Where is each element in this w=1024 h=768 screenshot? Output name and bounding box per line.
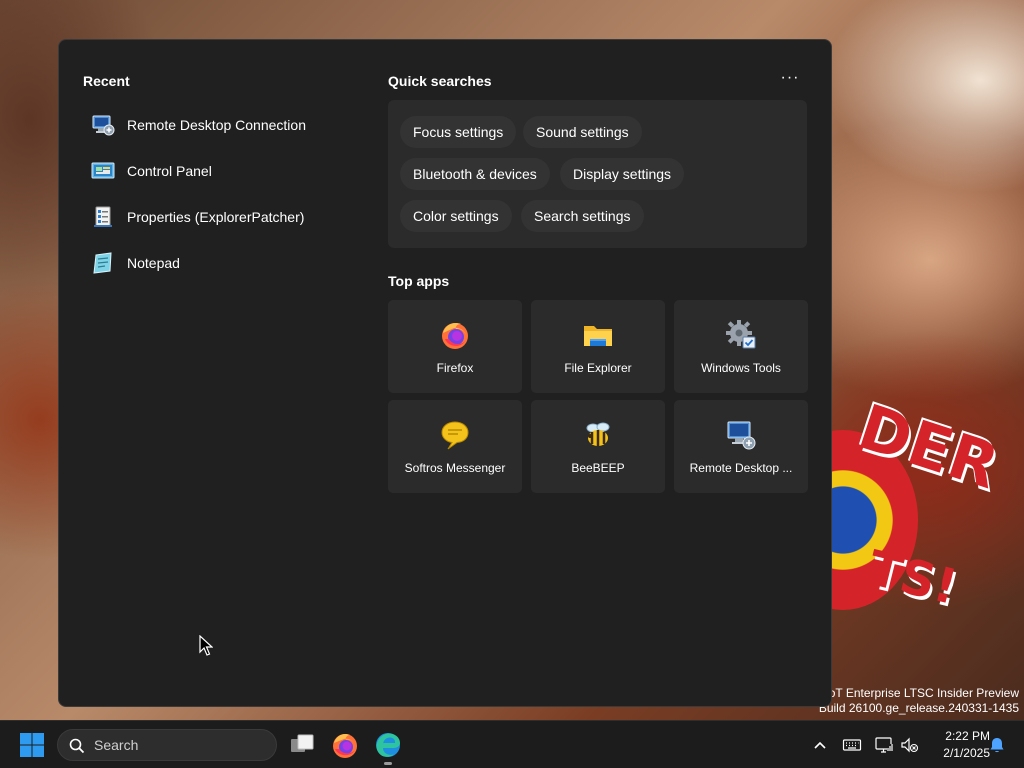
chip-focus-settings[interactable]: Focus settings [400,116,517,148]
app-tile-label: BeeBEEP [571,461,625,475]
recent-item-properties[interactable]: Properties (ExplorerPatcher) [83,194,353,240]
windows-logo-icon [20,733,44,757]
keyboard-icon [842,739,862,751]
edge-icon [376,733,400,757]
properties-icon [91,205,115,229]
volume-muted-icon [901,737,919,753]
chip-color-settings[interactable]: Color settings [400,200,512,232]
task-view-button[interactable] [286,729,318,761]
taskbar-search-input[interactable] [94,730,264,760]
taskbar: 2:22 PM 2/1/2025 [0,720,1024,768]
quick-searches-panel: Focus settings Sound settings Bluetooth … [388,100,807,248]
recent-item-label: Properties (ExplorerPatcher) [127,209,305,225]
watermark-line-1: IoT Enterprise LTSC Insider Preview [825,686,1019,700]
active-app-indicator [384,762,392,765]
app-tile-label: Remote Desktop ... [689,461,793,475]
control-panel-icon [91,159,115,183]
chip-sound-settings[interactable]: Sound settings [523,116,642,148]
search-icon [69,738,85,754]
app-tile-label: File Explorer [564,361,632,375]
network-icon [875,737,893,753]
quick-searches-title: Quick searches [388,73,492,89]
clock-time: 2:22 PM [945,729,990,743]
recent-item-notepad[interactable]: Notepad [83,240,353,286]
watermark-line-2: Build 26100.ge_release.240331-1435 [818,701,1019,715]
speech-bubble-icon [439,419,471,451]
start-button[interactable] [16,729,48,761]
recent-item-label: Control Panel [127,163,212,179]
chip-bluetooth-devices[interactable]: Bluetooth & devices [400,158,550,190]
gear-icon [725,319,757,351]
wallpaper-graphic: DER TS! [828,380,1018,650]
mouse-cursor-icon [199,635,213,656]
start-menu: Recent Remote Desktop Connection Control… [58,39,832,707]
top-apps-title: Top apps [388,273,450,289]
app-tile-file-explorer[interactable]: File Explorer [531,300,665,393]
task-view-icon [291,734,314,752]
firefox-icon [439,319,471,351]
app-tile-label: Softros Messenger [404,461,506,475]
bell-icon [990,738,1004,753]
recent-item-control-panel[interactable]: Control Panel [83,148,353,194]
chip-display-settings[interactable]: Display settings [560,158,685,190]
recent-item-remote-desktop[interactable]: Remote Desktop Connection [83,102,353,148]
app-tile-remote-desktop[interactable]: Remote Desktop ... [674,400,808,493]
bee-icon [582,419,614,451]
recent-list: Remote Desktop Connection Control Panel [83,102,353,286]
keyboard-tray-button[interactable] [842,735,862,755]
notepad-icon [91,251,115,275]
more-options-button[interactable]: ··· [775,68,805,92]
chip-search-settings[interactable]: Search settings [521,200,644,232]
chevron-up-icon [814,741,826,749]
taskbar-firefox-button[interactable] [329,729,361,761]
recent-title: Recent [83,73,130,89]
taskbar-edge-button[interactable] [372,729,404,761]
taskbar-clock[interactable]: 2:22 PM 2/1/2025 [924,728,990,762]
taskbar-search-box[interactable] [57,729,277,761]
clock-date: 2/1/2025 [943,746,990,760]
show-hidden-icons-button[interactable] [810,735,830,755]
app-tile-firefox[interactable]: Firefox [388,300,522,393]
volume-tray-button[interactable] [899,735,919,755]
app-tile-beebeep[interactable]: BeeBEEP [531,400,665,493]
app-tile-label: Windows Tools [701,361,781,375]
recent-item-label: Notepad [127,255,180,271]
folder-icon [582,319,614,351]
remote-desktop-icon [91,113,115,137]
remote-desktop-icon [725,419,757,451]
recent-item-label: Remote Desktop Connection [127,117,306,133]
build-watermark: IoT Enterprise LTSC Insider Preview Buil… [819,686,1019,716]
notifications-button[interactable] [987,735,1007,755]
app-tile-windows-tools[interactable]: Windows Tools [674,300,808,393]
network-tray-button[interactable] [874,735,894,755]
firefox-icon [333,733,357,758]
app-tile-softros-messenger[interactable]: Softros Messenger [388,400,522,493]
app-tile-label: Firefox [436,361,474,375]
